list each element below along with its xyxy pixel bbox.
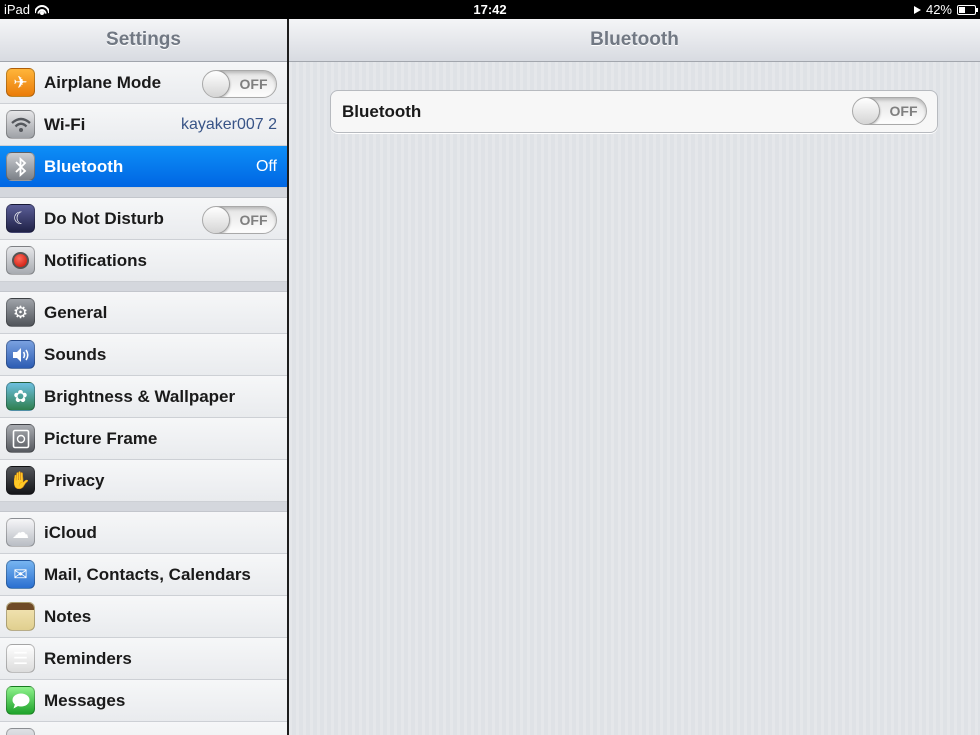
battery-percent: 42% [925,2,952,17]
cloud-icon: ☁ [6,518,35,547]
settings-row-partial[interactable] [0,722,287,735]
mail-icon: ✉ [6,560,35,589]
settings-row-airplane-mode[interactable]: ✈ Airplane Mode OFF [0,62,287,104]
row-label: Reminders [44,648,132,668]
detail-nav-bar: Bluetooth [289,19,980,62]
settings-row-bluetooth[interactable]: Bluetooth Off [0,146,287,188]
app-icon [6,728,35,735]
settings-row-brightness-wallpaper[interactable]: ✿ Brightness & Wallpaper [0,376,287,418]
picture-frame-icon [6,424,35,453]
wifi-network-name: kayaker007 2 [180,115,277,133]
bluetooth-label: Bluetooth [342,102,422,121]
settings-group-apps: ☁ iCloud ✉ Mail, Contacts, Calendars Not… [0,512,287,735]
airplane-mode-switch[interactable]: OFF [202,70,277,98]
row-label: Do Not Disturb [44,208,164,228]
settings-row-privacy[interactable]: ✋ Privacy [0,460,287,502]
settings-row-reminders[interactable]: ☰ Reminders [0,638,287,680]
status-right: 42% [913,2,978,17]
row-label: Sounds [44,344,107,364]
settings-group-device: ⚙ General Sounds ✿ Brightness & Wallpape… [0,292,287,502]
row-label: General [44,302,108,322]
messages-icon [6,686,35,715]
row-label: Notes [44,606,92,626]
detail-title: Bluetooth [590,29,679,50]
switch-knob [203,207,230,233]
hand-icon: ✋ [6,466,35,495]
settings-row-messages[interactable]: Messages [0,680,287,722]
switch-state: OFF [239,76,268,92]
flower-icon: ✿ [6,382,35,411]
bluetooth-detail-pane: Bluetooth Bluetooth OFF [289,19,980,735]
settings-row-wifi[interactable]: Wi-Fi kayaker007 2 [0,104,287,146]
settings-group-connectivity: ✈ Airplane Mode OFF Wi-Fi kayaker007 2 B… [0,62,287,188]
row-label: Messages [44,690,126,710]
battery-fill [959,6,965,13]
bluetooth-setting-cell[interactable]: Bluetooth OFF [330,90,938,133]
gear-icon: ⚙ [6,298,35,327]
settings-row-general[interactable]: ⚙ General [0,292,287,334]
row-label: Mail, Contacts, Calendars [44,564,251,584]
status-bar: iPad 17:42 42% [0,0,980,19]
row-label: iCloud [44,522,97,542]
switch-state: OFF [239,212,268,228]
settings-row-do-not-disturb[interactable]: ☾ Do Not Disturb OFF [0,198,287,240]
moon-icon: ☾ [6,204,35,233]
settings-master-pane: Settings ✈ Airplane Mode OFF Wi-Fi kayak… [0,19,287,735]
row-label: Notifications [44,250,147,270]
settings-row-notifications[interactable]: Notifications [0,240,287,282]
do-not-disturb-switch[interactable]: OFF [202,206,277,234]
ipad-screen: iPad 17:42 42% Settings ✈ Airplane Mode … [0,0,980,735]
settings-row-picture-frame[interactable]: Picture Frame [0,418,287,460]
reminders-icon: ☰ [6,644,35,673]
switch-knob [203,71,230,97]
status-time: 17:42 [473,2,507,17]
bluetooth-switch[interactable]: OFF [852,97,927,125]
row-label: Bluetooth [44,156,124,176]
settings-row-notes[interactable]: Notes [0,596,287,638]
wifi-icon [6,110,35,139]
airplane-icon: ✈ [6,68,35,97]
row-label: Brightness & Wallpaper [44,386,236,406]
group-gap [0,188,287,198]
row-label: Picture Frame [44,428,158,448]
bluetooth-icon [6,152,35,181]
group-gap [0,502,287,512]
play-icon [913,5,921,14]
switch-knob [853,98,880,124]
settings-nav-bar: Settings [0,19,287,62]
settings-row-mail-contacts-calendars[interactable]: ✉ Mail, Contacts, Calendars [0,554,287,596]
notes-icon [6,602,35,631]
row-label: Airplane Mode [44,72,162,92]
group-gap [0,282,287,292]
settings-title: Settings [106,29,181,50]
row-label: Privacy [44,470,105,490]
speaker-icon [6,340,35,369]
settings-row-icloud[interactable]: ☁ iCloud [0,512,287,554]
row-label: Wi-Fi [44,114,86,134]
switch-state: OFF [889,103,918,119]
bluetooth-status: Off [255,157,277,175]
notifications-icon [6,246,35,275]
settings-row-sounds[interactable]: Sounds [0,334,287,376]
settings-group-alerts: ☾ Do Not Disturb OFF Notifications [0,198,287,282]
battery-icon [957,4,978,15]
